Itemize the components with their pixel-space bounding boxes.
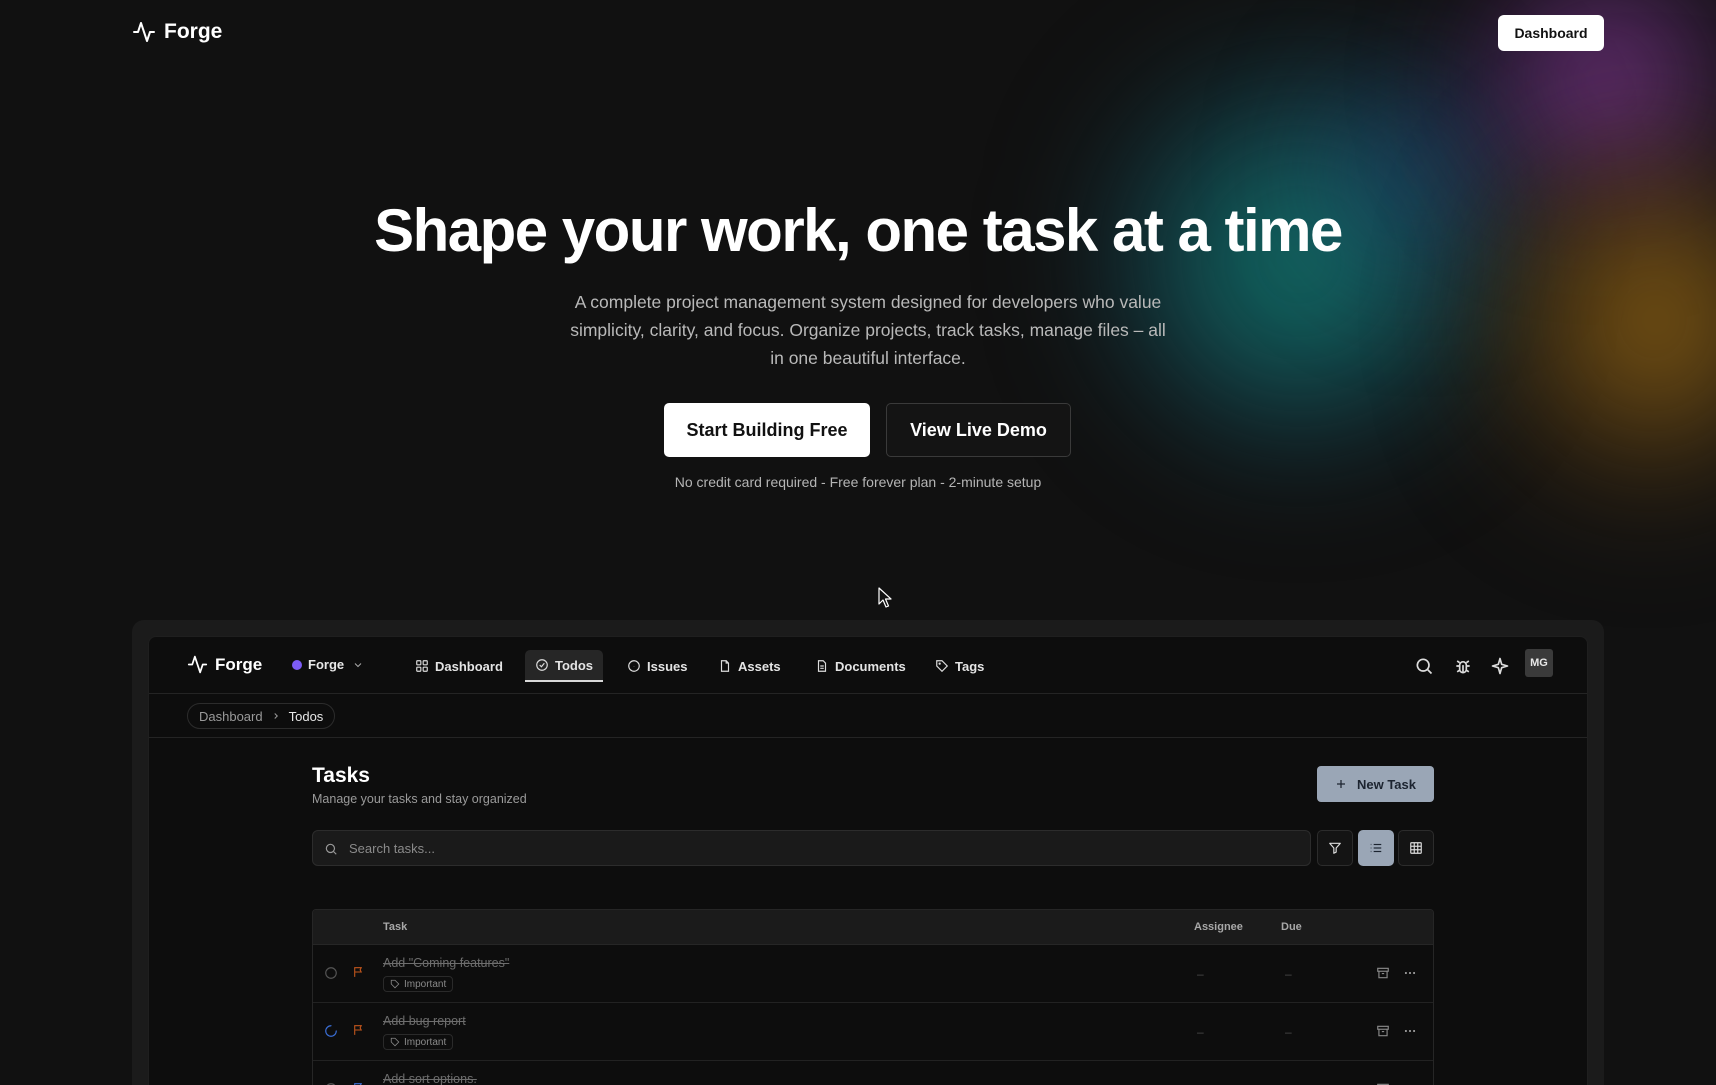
chevron-down-icon: [354, 662, 362, 667]
activity-icon: [187, 655, 208, 674]
tag-label: Important: [404, 978, 447, 990]
top-navigation: Forge Dashboard: [0, 0, 1716, 66]
table-row[interactable]: Add bug report Important – –: [313, 1003, 1433, 1061]
avatar[interactable]: MG: [1525, 649, 1553, 677]
plus-icon: [1336, 780, 1345, 788]
dashboard-button[interactable]: Dashboard: [1498, 15, 1604, 51]
nav-issues[interactable]: Issues: [617, 650, 697, 682]
column-assignee[interactable]: Assignee: [1194, 921, 1243, 933]
nav-assets[interactable]: Assets: [708, 650, 791, 682]
tag-icon: [936, 660, 949, 673]
filter-icon: [1329, 842, 1341, 854]
view-demo-button[interactable]: View Live Demo: [886, 403, 1071, 457]
nav-documents[interactable]: Documents: [805, 650, 916, 682]
task-due: –: [1285, 967, 1292, 981]
grid-icon: [416, 660, 428, 672]
search-icon: [325, 843, 337, 855]
breadcrumb-todos: Todos: [288, 708, 324, 724]
task-tag[interactable]: Important: [383, 976, 454, 992]
table-header: Task Assignee Due: [313, 910, 1433, 945]
task-name[interactable]: Add sort options.: [383, 1072, 477, 1085]
mouse-cursor-icon: [878, 587, 892, 608]
tag-icon: [390, 1037, 400, 1047]
app-brand[interactable]: Forge: [187, 654, 262, 675]
hero-glow-amber: [1480, 110, 1716, 530]
sparkle-icon[interactable]: [1490, 656, 1510, 676]
chevron-right-icon: [273, 713, 278, 719]
brand-logo[interactable]: Forge: [132, 20, 222, 44]
alert-circle-icon: [628, 660, 640, 672]
more-icon[interactable]: [1403, 1024, 1417, 1038]
brand-name: Forge: [164, 20, 223, 43]
workspace-color-dot: [292, 659, 302, 670]
hero-note: No credit card required - Free forever p…: [674, 474, 1042, 490]
nav-label: Tags: [955, 658, 985, 674]
page-subtitle: Manage your tasks and stay organized: [312, 792, 527, 806]
new-task-label: New Task: [1356, 776, 1416, 792]
search-input[interactable]: [349, 831, 1289, 865]
app-brand-name: Forge: [215, 654, 263, 674]
list-icon: [1370, 843, 1382, 853]
tag-icon: [390, 979, 400, 989]
table-row[interactable]: Add "Coming features" Important – –: [313, 945, 1433, 1003]
more-icon[interactable]: [1403, 966, 1417, 980]
column-due[interactable]: Due: [1281, 921, 1302, 933]
nav-label: Todos: [555, 657, 594, 673]
filter-button[interactable]: [1317, 830, 1353, 866]
flag-icon: [354, 967, 363, 977]
task-name[interactable]: Add bug report: [383, 1014, 466, 1028]
nav-label: Issues: [647, 658, 688, 674]
bug-icon[interactable]: [1453, 656, 1473, 676]
check-circle-icon: [536, 659, 548, 671]
tasks-table: Task Assignee Due Add "Coming features" …: [312, 909, 1434, 1085]
app-preview: Forge Forge Dashboard Todos Issues Asset…: [148, 636, 1588, 1085]
file-icon: [720, 660, 730, 672]
list-view-button[interactable]: [1358, 830, 1394, 866]
nav-label: Assets: [738, 658, 781, 674]
task-name[interactable]: Add "Coming features": [383, 956, 509, 970]
status-circle-icon[interactable]: [324, 966, 338, 980]
breadcrumb: Dashboard Todos: [187, 703, 336, 729]
hero-title: Shape your work, one task at a time: [374, 197, 1343, 264]
search-box: [312, 830, 1311, 866]
nav-dashboard[interactable]: Dashboard: [405, 650, 513, 682]
breadcrumb-bar: Dashboard Todos: [149, 694, 1587, 738]
archive-icon[interactable]: [1376, 966, 1390, 980]
task-due: –: [1285, 1025, 1292, 1039]
table-grid-icon: [1410, 842, 1422, 854]
nav-todos[interactable]: Todos: [525, 650, 604, 682]
nav-tags[interactable]: Tags: [925, 650, 994, 682]
workspace-switcher[interactable]: Forge: [292, 657, 364, 672]
new-task-button[interactable]: New Task: [1317, 766, 1434, 802]
breadcrumb-dashboard[interactable]: Dashboard: [199, 709, 263, 724]
app-navbar: Forge Forge Dashboard Todos Issues Asset…: [149, 637, 1587, 694]
start-building-button[interactable]: Start Building Free: [664, 403, 870, 457]
nav-label: Documents: [835, 658, 906, 674]
task-assignee: –: [1197, 967, 1204, 981]
flag-icon: [354, 1025, 363, 1035]
nav-label: Dashboard: [435, 658, 503, 674]
activity-icon: [133, 22, 155, 42]
column-task[interactable]: Task: [383, 921, 407, 933]
flag-icon: [354, 1083, 363, 1085]
grid-view-button[interactable]: [1398, 830, 1434, 866]
workspace-name: Forge: [308, 657, 345, 672]
archive-icon[interactable]: [1376, 1024, 1390, 1038]
search-icon[interactable]: [1414, 656, 1434, 676]
table-row[interactable]: Add sort options.: [313, 1061, 1433, 1085]
task-assignee: –: [1197, 1025, 1204, 1039]
tag-label: Important: [404, 1036, 447, 1048]
document-icon: [817, 660, 827, 672]
task-tag[interactable]: Important: [383, 1034, 454, 1050]
hero-subtitle: A complete project management system des…: [570, 292, 1166, 368]
page-title: Tasks: [312, 764, 370, 787]
in-progress-icon[interactable]: [324, 1024, 338, 1038]
